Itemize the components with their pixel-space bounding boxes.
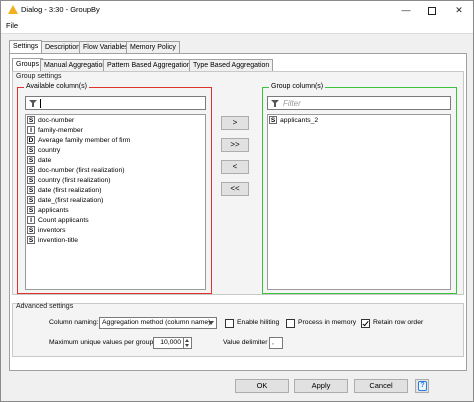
menu-file[interactable]: File (6, 21, 18, 30)
value-delimiter-input[interactable]: , (269, 337, 283, 349)
advanced-settings-label: Advanced settings (16, 303, 74, 310)
list-item[interactable]: Sdoc-number (27, 116, 74, 126)
group-columns-list[interactable]: Sapplicants_2 (267, 114, 451, 290)
add-all-button[interactable]: >> (221, 138, 249, 152)
list-item[interactable]: Sinventors (27, 226, 66, 236)
max-unique-values-label: Maximum unique values per group (49, 339, 154, 346)
list-item[interactable]: Sdate (first realization) (27, 186, 101, 196)
column-naming-select[interactable]: Aggregation method (column name) (99, 317, 217, 329)
list-item[interactable]: Scountry (27, 146, 60, 156)
tab-settings[interactable]: Settings (9, 40, 43, 54)
cancel-button[interactable]: Cancel (354, 379, 408, 393)
maximize-icon (428, 6, 436, 15)
list-item[interactable]: Sapplicants (27, 206, 69, 216)
available-columns-list[interactable]: Sdoc-number Ifamily-member D Average fami… (25, 114, 206, 290)
add-button[interactable]: > (221, 116, 249, 130)
list-item[interactable]: Sinvention-title (27, 236, 78, 246)
chevron-down-icon (208, 321, 214, 325)
close-button[interactable]: ✕ (446, 1, 472, 19)
menu-bar: File (1, 19, 473, 34)
list-item[interactable]: D Average family member of firm (27, 136, 130, 146)
value-delimiter-label: Value delimiter (223, 339, 268, 346)
title-bar: Dialog - 3:30 - GroupBy — ✕ (1, 1, 473, 19)
column-naming-label: Column naming: (49, 319, 99, 326)
group-columns-title: Group column(s) (269, 83, 326, 90)
tab-groups[interactable]: Groups (12, 58, 43, 72)
group-settings-label: Group settings (16, 73, 62, 80)
spin-down-icon (185, 344, 189, 347)
filter-placeholder: Filter (283, 99, 301, 108)
knime-warning-icon (8, 5, 18, 14)
list-item[interactable]: Sdate (27, 156, 51, 166)
advanced-settings-box (12, 303, 464, 357)
groupby-dialog-window: Dialog - 3:30 - GroupBy — ✕ File Setting… (0, 0, 474, 402)
window-title: Dialog - 3:30 - GroupBy (21, 5, 100, 14)
enable-hiliting-label: Enable hiliting (237, 319, 280, 326)
maximize-button[interactable] (419, 1, 445, 19)
enable-hiliting-checkbox[interactable] (225, 319, 234, 328)
max-unique-values-spinner[interactable] (184, 337, 192, 349)
process-in-memory-checkbox[interactable] (286, 319, 295, 328)
ok-button[interactable]: OK (235, 379, 289, 393)
help-button[interactable]: ? (415, 379, 429, 393)
available-filter-input[interactable] (25, 96, 206, 110)
group-filter-input[interactable]: Filter (267, 96, 451, 110)
max-unique-values-input[interactable]: 10,000 (153, 337, 184, 349)
checkmark-icon (362, 319, 369, 327)
list-item[interactable]: Ifamily-member (27, 126, 83, 136)
list-item[interactable]: Sdoc-number (first realization) (27, 166, 125, 176)
remove-all-button[interactable]: << (221, 182, 249, 196)
list-item[interactable]: Sapplicants_2 (269, 116, 318, 126)
process-in-memory-label: Process in memory (298, 319, 357, 326)
retain-row-order-label: Retain row order (373, 319, 424, 326)
retain-row-order-checkbox[interactable] (361, 319, 370, 328)
apply-button[interactable]: Apply (294, 379, 348, 393)
spin-up-icon (185, 339, 189, 342)
remove-button[interactable]: < (221, 160, 249, 174)
list-item[interactable]: Scountry (first realization) (27, 176, 111, 186)
list-item[interactable]: Sdate_(first realization) (27, 196, 103, 206)
available-columns-title: Available column(s) (24, 83, 89, 90)
list-item[interactable]: I Count applicants (27, 216, 89, 226)
help-icon: ? (418, 381, 427, 391)
minimize-button[interactable]: — (393, 1, 419, 19)
